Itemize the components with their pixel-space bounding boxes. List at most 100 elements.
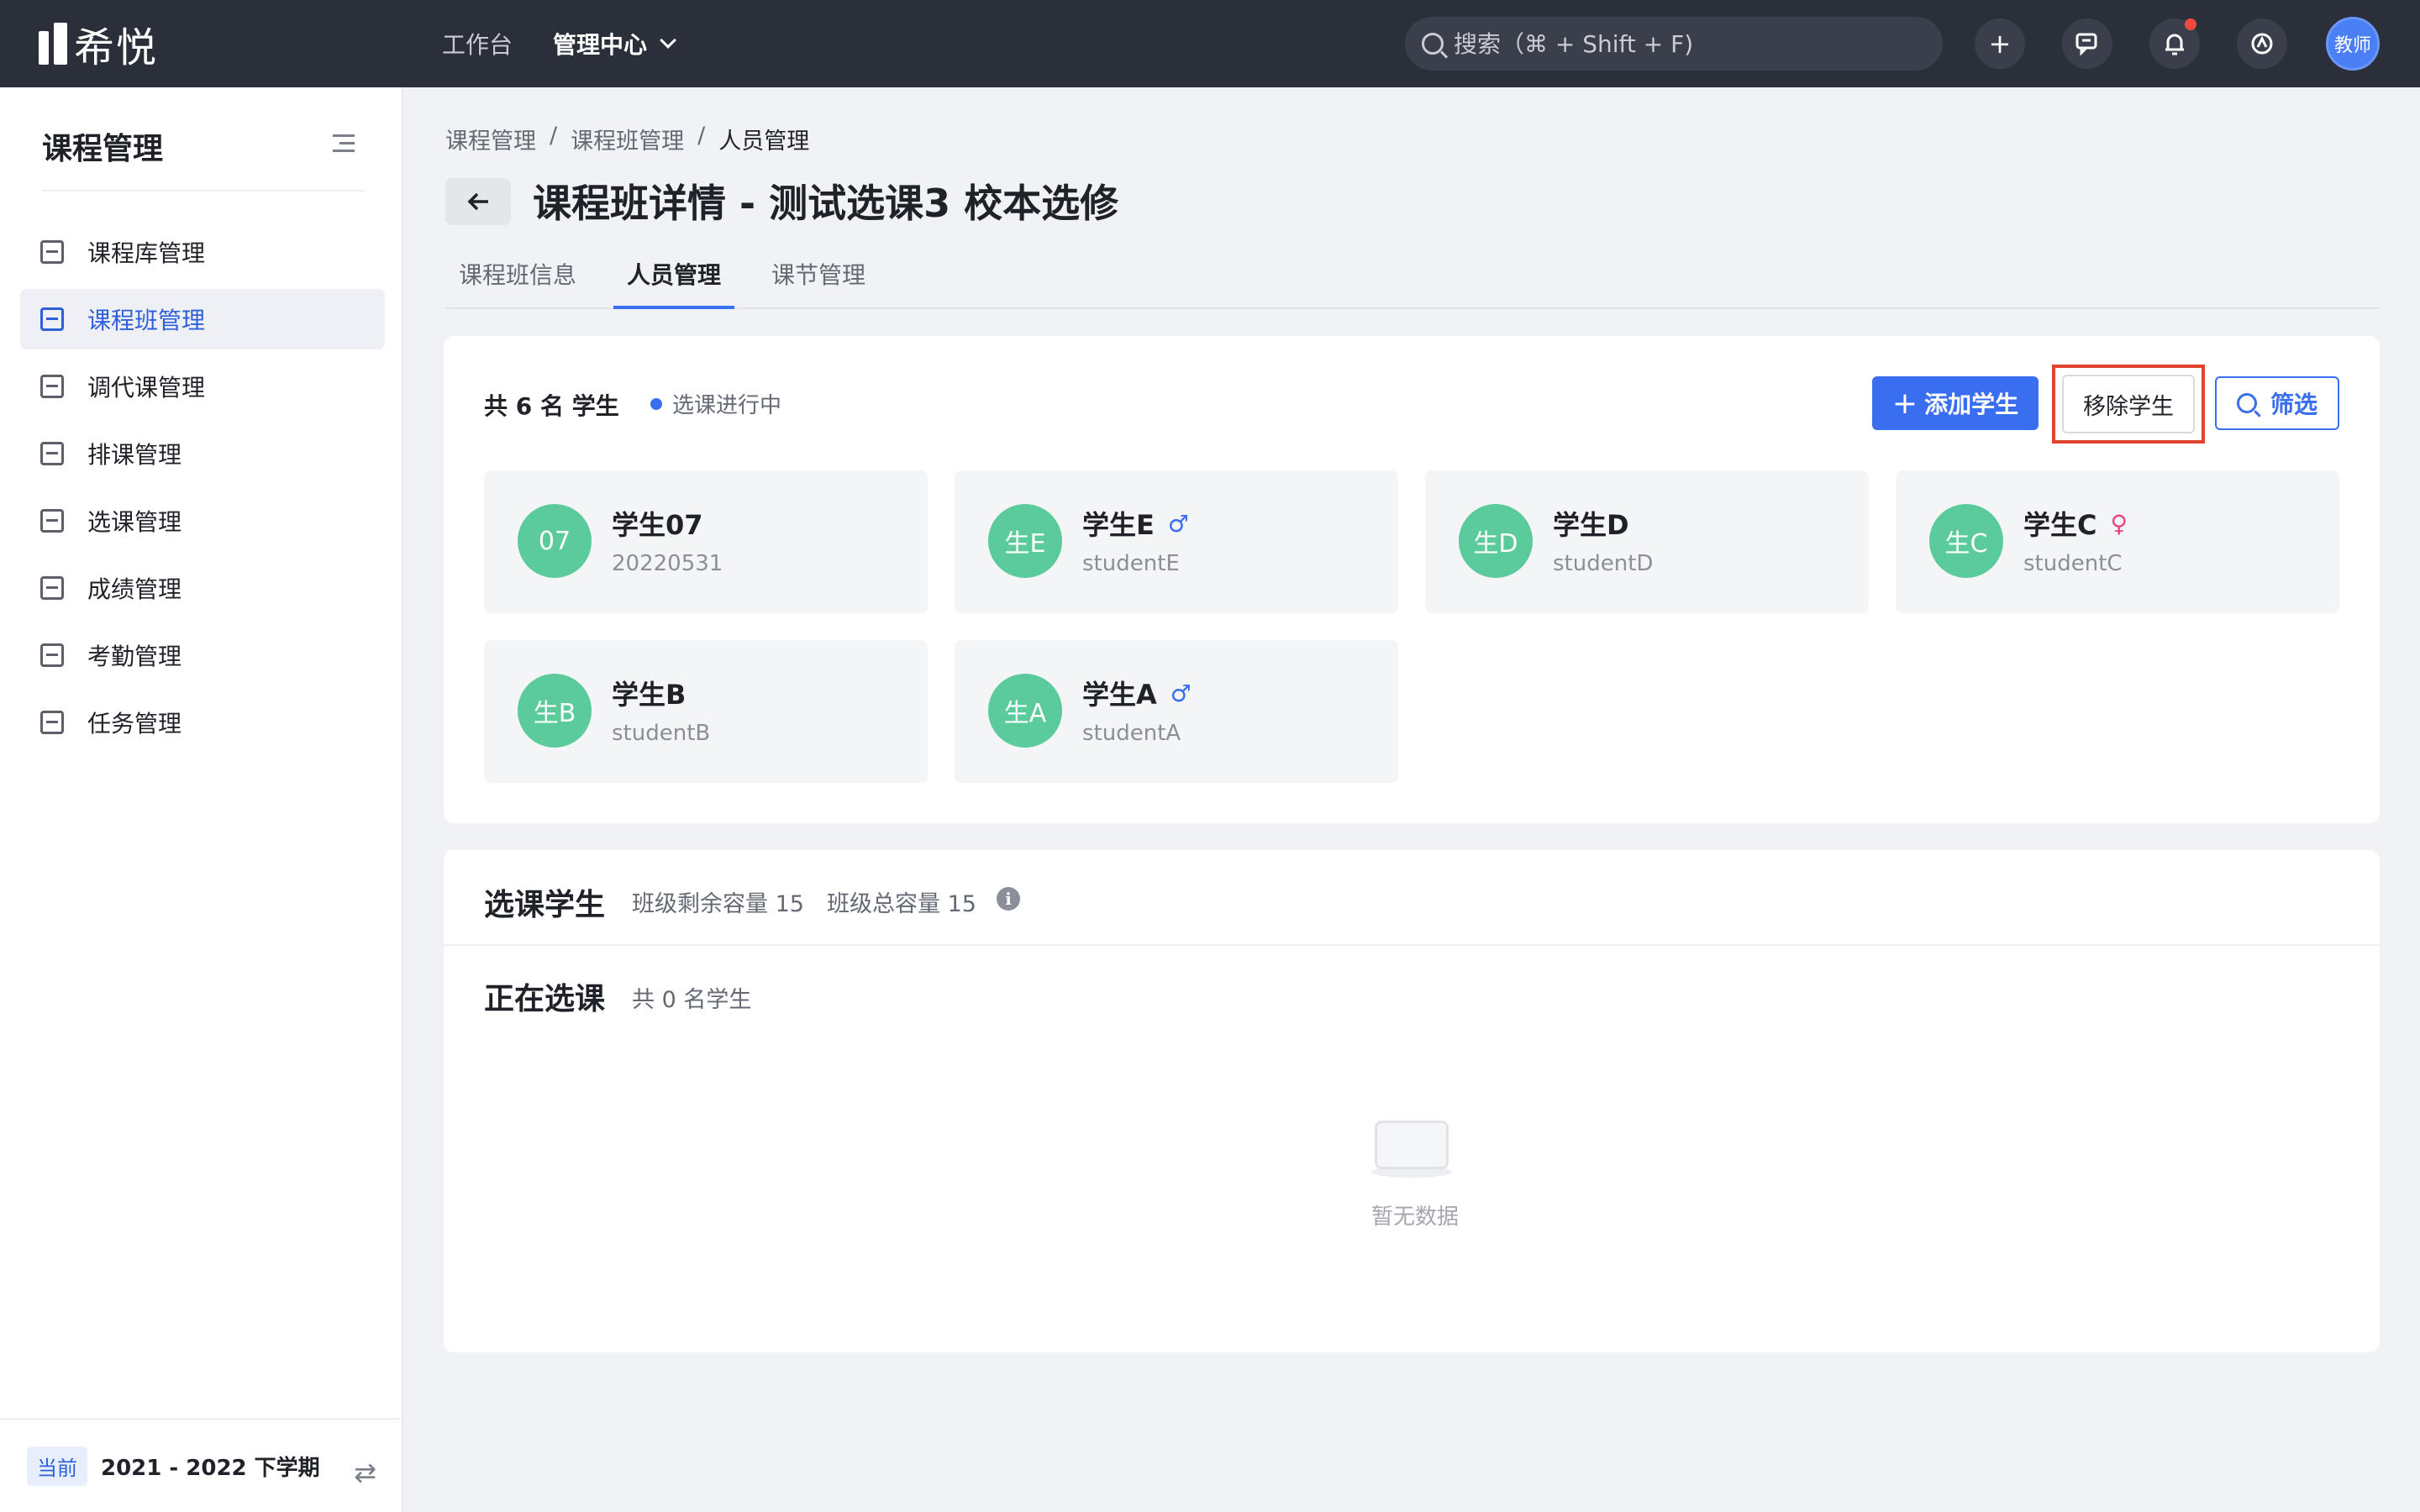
student-name: 学生C — [2023, 509, 2097, 541]
plus-icon[interactable]: + — [1975, 18, 2025, 69]
student-name: 学生D — [1553, 509, 1629, 541]
avatar: 生C — [1929, 504, 2003, 578]
nav-admin-center[interactable]: 管理中心 — [553, 27, 676, 60]
tab-lessons[interactable]: 课节管理 — [758, 249, 879, 309]
breadcrumb-separator: / — [697, 123, 706, 149]
avatar: 生A — [988, 674, 1062, 748]
schedule-icon — [40, 442, 64, 465]
global-search[interactable] — [1405, 17, 1943, 71]
student-id: studentD — [1553, 551, 1654, 576]
app-name: 希悦 — [74, 24, 159, 71]
sidebar-item-course-class[interactable]: 课程班管理 — [20, 289, 385, 349]
avatar: 07 — [518, 504, 592, 578]
filter-button[interactable]: 筛选 — [2215, 376, 2339, 430]
breadcrumb-item[interactable]: 课程管理 — [445, 123, 536, 155]
user-avatar[interactable]: 教师 — [2326, 17, 2380, 71]
empty-inbox-icon — [1371, 1116, 1452, 1179]
logo-icon — [39, 23, 67, 65]
grades-icon — [40, 576, 64, 600]
sidebar-item-tasks[interactable]: 任务管理 — [20, 692, 385, 753]
bell-icon[interactable] — [2149, 18, 2200, 69]
selection-card: 选课学生 班级剩余容量 15 班级总容量 15 i 正在选课 共 0 名学生 暂… — [444, 850, 2380, 1352]
student-name: 学生A — [1082, 679, 1157, 711]
sidebar-item-grades[interactable]: 成绩管理 — [20, 558, 385, 618]
search-icon — [2236, 393, 2257, 413]
student-card[interactable]: 生D 学生D studentD — [1425, 470, 1869, 613]
avatar: 生D — [1459, 504, 1533, 578]
students-card: 共 6 名 学生 选课进行中 + 添加学生 移除学生 筛选 07 学生07 20… — [444, 336, 2380, 823]
in-progress-count: 共 0 名学生 — [632, 987, 752, 1013]
current-term: 2021 - 2022 下学期 — [101, 1455, 320, 1481]
breadcrumb: 课程管理 / 课程班管理 / 人员管理 — [445, 123, 809, 155]
search-icon — [1422, 33, 1444, 55]
student-card[interactable]: 07 学生07 20220531 — [484, 470, 928, 613]
in-progress-title: 正在选课 — [484, 982, 606, 1016]
avatar: 生E — [988, 504, 1062, 578]
selection-title: 选课学生 — [484, 888, 606, 922]
male-icon: ♂ — [1170, 679, 1192, 707]
selection-card-header: 选课学生 班级剩余容量 15 班级总容量 15 i — [444, 850, 2380, 946]
sidebar-item-course-library[interactable]: 课程库管理 — [20, 222, 385, 282]
search-input[interactable] — [1454, 29, 1924, 58]
female-icon: ♀ — [2110, 509, 2128, 538]
tasks-icon — [40, 711, 64, 734]
notification-dot — [2185, 18, 2196, 30]
student-id: studentE — [1082, 551, 1180, 576]
chevron-down-icon — [660, 32, 676, 49]
tab-bar: 课程班信息 人员管理 课节管理 — [445, 249, 2380, 309]
student-id: studentA — [1082, 721, 1181, 746]
tab-personnel[interactable]: 人员管理 — [613, 249, 735, 309]
remaining-capacity: 班级剩余容量 15 — [632, 891, 804, 917]
highlight-box: 移除学生 — [2052, 365, 2205, 444]
add-student-button[interactable]: + 添加学生 — [1872, 376, 2039, 430]
back-button[interactable] — [445, 178, 511, 225]
total-capacity: 班级总容量 15 — [827, 891, 976, 917]
student-id: 20220531 — [612, 551, 723, 576]
sync-icon[interactable] — [2237, 18, 2287, 69]
selection-icon — [40, 509, 64, 533]
info-icon[interactable]: i — [997, 887, 1020, 911]
male-icon: ♂ — [1167, 509, 1189, 538]
collapse-sidebar-icon[interactable] — [333, 134, 355, 153]
app-logo[interactable]: 希悦 — [39, 20, 158, 71]
sidebar-title: 课程管理 — [42, 132, 164, 166]
student-card[interactable]: 生B 学生B studentB — [484, 640, 928, 783]
sidebar-item-attendance[interactable]: 考勤管理 — [20, 625, 385, 685]
arrow-left-icon — [467, 192, 488, 211]
student-card[interactable]: 生E 学生E ♂ studentE — [955, 470, 1398, 613]
message-icon[interactable] — [2062, 18, 2112, 69]
class-icon — [40, 307, 64, 331]
substitute-icon — [40, 375, 64, 398]
tab-class-info[interactable]: 课程班信息 — [445, 249, 590, 309]
sidebar-item-selection[interactable]: 选课管理 — [20, 491, 385, 551]
student-id: studentB — [612, 721, 711, 746]
student-id: studentC — [2023, 551, 2123, 576]
sidebar: 课程管理 课程库管理 课程班管理 调代课管理 排课管理 选课管理 成绩管理 考勤… — [0, 87, 403, 1512]
sidebar-item-substitute[interactable]: 调代课管理 — [20, 356, 385, 417]
student-name: 学生E — [1082, 509, 1155, 541]
breadcrumb-current: 人员管理 — [718, 129, 810, 155]
plus-icon: + — [1891, 386, 1918, 421]
student-card[interactable]: 生A 学生A ♂ studentA — [955, 640, 1398, 783]
term-switcher[interactable]: 当前 2021 - 2022 下学期 ⇄ — [0, 1418, 402, 1512]
nav-workbench[interactable]: 工作台 — [442, 27, 513, 60]
student-count: 共 6 名 学生 — [484, 392, 619, 420]
breadcrumb-separator: / — [550, 123, 558, 149]
sidebar-item-schedule[interactable]: 排课管理 — [20, 423, 385, 484]
current-term-tag: 当前 — [27, 1446, 87, 1486]
status-dot — [650, 397, 662, 410]
top-nav: 工作台 管理中心 — [442, 0, 676, 87]
sidebar-header: 课程管理 — [42, 124, 365, 192]
swap-icon[interactable]: ⇄ — [354, 1457, 376, 1488]
student-name: 学生B — [612, 679, 687, 711]
top-bar: 希悦 工作台 管理中心 + 教师 — [0, 0, 2420, 87]
sidebar-menu: 课程库管理 课程班管理 调代课管理 排课管理 选课管理 成绩管理 考勤管理 任务… — [20, 222, 385, 759]
student-name: 学生07 — [612, 509, 703, 541]
selection-status: 选课进行中 — [650, 388, 781, 419]
page-title: 课程班详情 - 测试选课3 校本选修 — [533, 181, 1119, 226]
empty-text: 暂无数据 — [1370, 1205, 1459, 1230]
breadcrumb-item[interactable]: 课程班管理 — [571, 123, 684, 155]
course-library-icon — [40, 240, 64, 264]
remove-student-button[interactable]: 移除学生 — [2062, 375, 2195, 433]
student-card[interactable]: 生C 学生C ♀ studentC — [1896, 470, 2339, 613]
